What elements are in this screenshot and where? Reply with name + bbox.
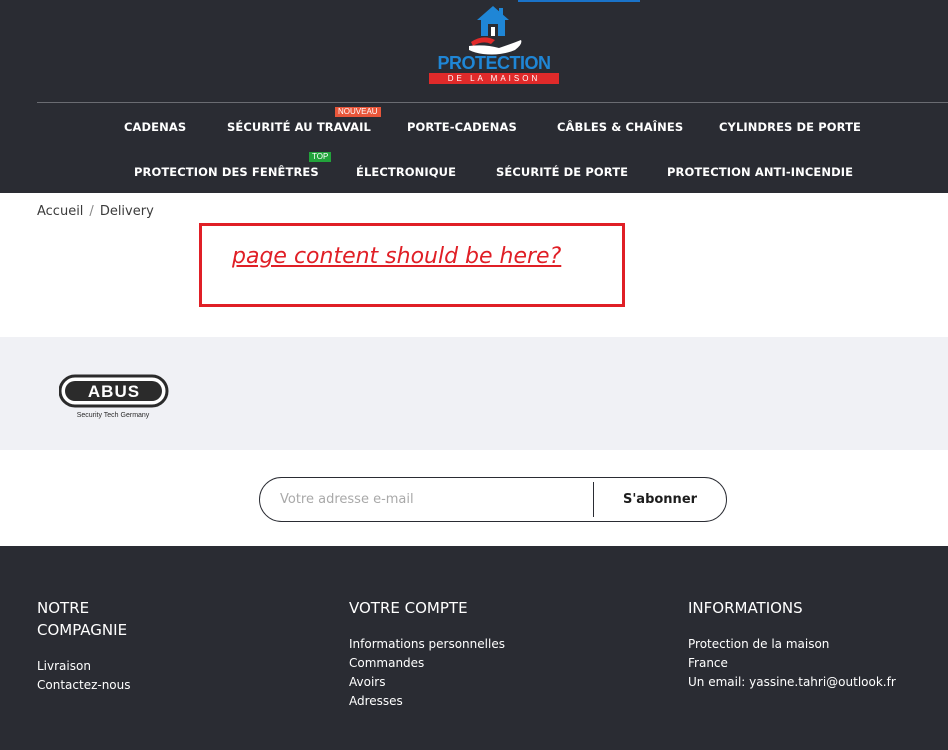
nav-item-protection-des-fenetres[interactable]: PROTECTION DES FENÊTRES [134, 165, 319, 179]
nav-item-cadenas[interactable]: CADENAS [124, 120, 186, 134]
nav-item-protection-anti-incendie[interactable]: PROTECTION ANTI-INCENDIE [667, 165, 853, 179]
top-accent-strip [518, 0, 640, 2]
footer-company-title-line2: COMPAGNIE [37, 621, 128, 639]
footer-link-adresses[interactable]: Adresses [349, 694, 403, 708]
badge-nouveau: NOUVEAU [335, 107, 381, 117]
subscribe-button[interactable]: S'abonner [594, 478, 726, 521]
site-logo[interactable]: PROTECTION DE LA MAISON [425, 4, 563, 86]
footer-info-title: INFORMATIONS [688, 599, 803, 617]
logo-subtitle: DE LA MAISON [429, 73, 559, 84]
logo-word: PROTECTION [437, 53, 551, 73]
house-hand-icon [469, 6, 522, 55]
nav-item-securite-de-porte[interactable]: SÉCURITÉ DE PORTE [496, 165, 628, 179]
site-footer: NOTRE COMPAGNIE Livraison Contactez-nous… [0, 546, 948, 750]
header-divider [37, 102, 948, 103]
footer-info-country: France [688, 656, 728, 670]
site-header: PROTECTION DE LA MAISON CADENAS SÉCURITÉ… [0, 0, 948, 193]
breadcrumb: Accueil / Delivery [37, 204, 154, 219]
abus-logo-wordmark: ABUS [88, 382, 140, 401]
newsletter-form: S'abonner [259, 477, 727, 522]
breadcrumb-home[interactable]: Accueil [37, 204, 83, 219]
newsletter-email-input[interactable] [280, 478, 590, 521]
breadcrumb-separator: / [89, 204, 94, 219]
footer-link-livraison[interactable]: Livraison [37, 659, 91, 673]
nav-item-electronique[interactable]: ÉLECTRONIQUE [356, 165, 456, 179]
abus-tagline: Security Tech Germany [77, 412, 150, 419]
footer-info-company-name: Protection de la maison [688, 637, 830, 651]
abus-logo-graphic: ABUS Security Tech Germany [58, 374, 169, 419]
nav-item-securite-au-travail[interactable]: SÉCURITÉ AU TRAVAIL [227, 120, 371, 134]
abus-logo[interactable]: ABUS Security Tech Germany [58, 373, 169, 423]
footer-link-commandes[interactable]: Commandes [349, 656, 424, 670]
nav-item-porte-cadenas[interactable]: PORTE-CADENAS [407, 120, 517, 134]
footer-link-informations-personnelles[interactable]: Informations personnelles [349, 637, 505, 651]
footer-link-avoirs[interactable]: Avoirs [349, 675, 385, 689]
footer-info-email[interactable]: Un email: yassine.tahri@outlook.fr [688, 675, 896, 689]
footer-account-title: VOTRE COMPTE [349, 599, 468, 617]
footer-company-title: NOTRE COMPAGNIE [37, 597, 127, 641]
footer-company-title-line1: NOTRE [37, 599, 90, 617]
nav-item-cables-chaines[interactable]: CÂBLES & CHAÎNES [557, 120, 683, 134]
nav-item-cylindres-de-porte[interactable]: CYLINDRES DE PORTE [719, 120, 861, 134]
annotation-box: page content should be here? [199, 223, 625, 307]
brands-strip: ABUS Security Tech Germany [0, 337, 948, 450]
annotation-text: page content should be here? [232, 244, 562, 269]
badge-top: TOP [309, 152, 332, 162]
breadcrumb-current: Delivery [99, 204, 154, 219]
footer-link-contactez-nous[interactable]: Contactez-nous [37, 678, 131, 692]
